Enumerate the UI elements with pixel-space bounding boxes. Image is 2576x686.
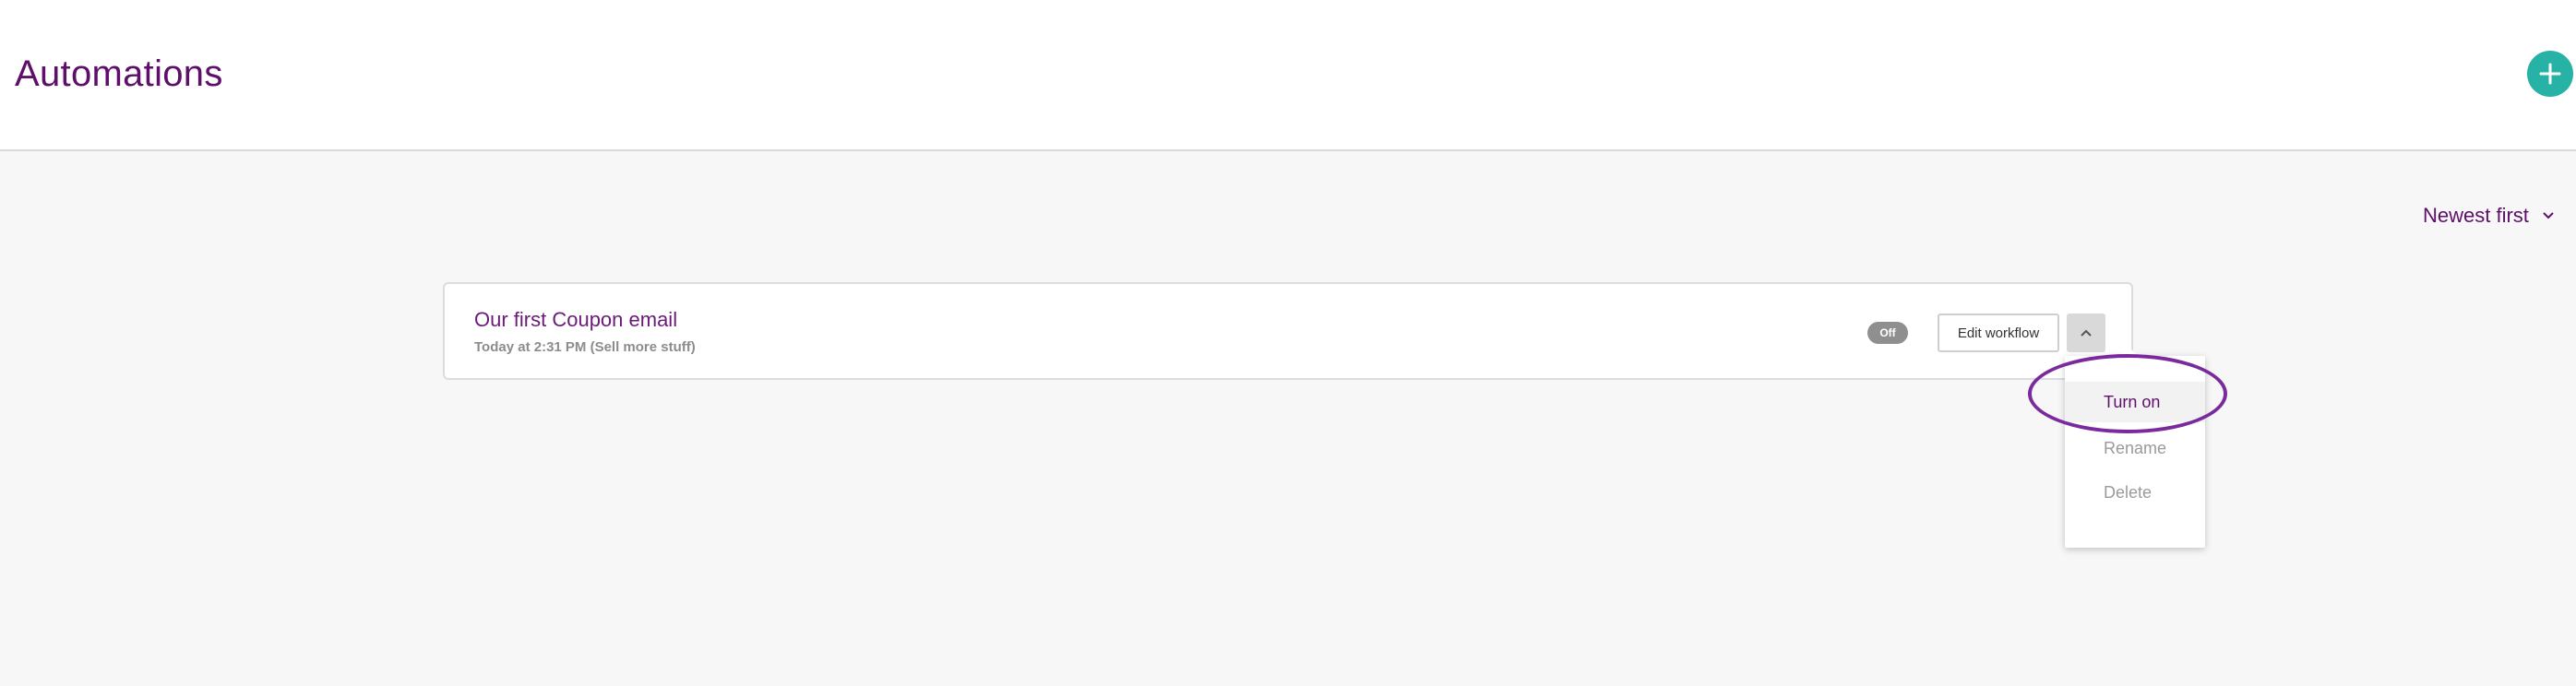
sort-label: Newest first [2423, 204, 2529, 227]
automation-options-menu: Turn on Rename Delete [2065, 347, 2205, 548]
page-header: Automations [0, 0, 2576, 151]
sort-dropdown[interactable]: Newest first [2423, 201, 2555, 231]
page-title: Automations [15, 53, 223, 94]
status-badge: Off [1867, 322, 1908, 344]
add-automation-button[interactable] [2527, 51, 2573, 97]
plus-icon [2539, 63, 2561, 85]
more-options-button[interactable] [2067, 313, 2105, 352]
menu-item-rename[interactable]: Rename [2065, 428, 2205, 468]
menu-item-delete[interactable]: Delete [2065, 472, 2205, 513]
edit-workflow-button[interactable]: Edit workflow [1938, 313, 2059, 352]
automation-card: Our first Coupon email Today at 2:31 PM … [443, 282, 2133, 380]
automation-subtitle: Today at 2:31 PM (Sell more stuff) [474, 339, 696, 355]
automation-title[interactable]: Our first Coupon email [474, 308, 677, 332]
chevron-up-icon [2081, 329, 2092, 337]
menu-item-turn-on[interactable]: Turn on [2065, 382, 2205, 422]
chevron-down-icon [2543, 212, 2554, 219]
menu-caret [2119, 347, 2138, 356]
